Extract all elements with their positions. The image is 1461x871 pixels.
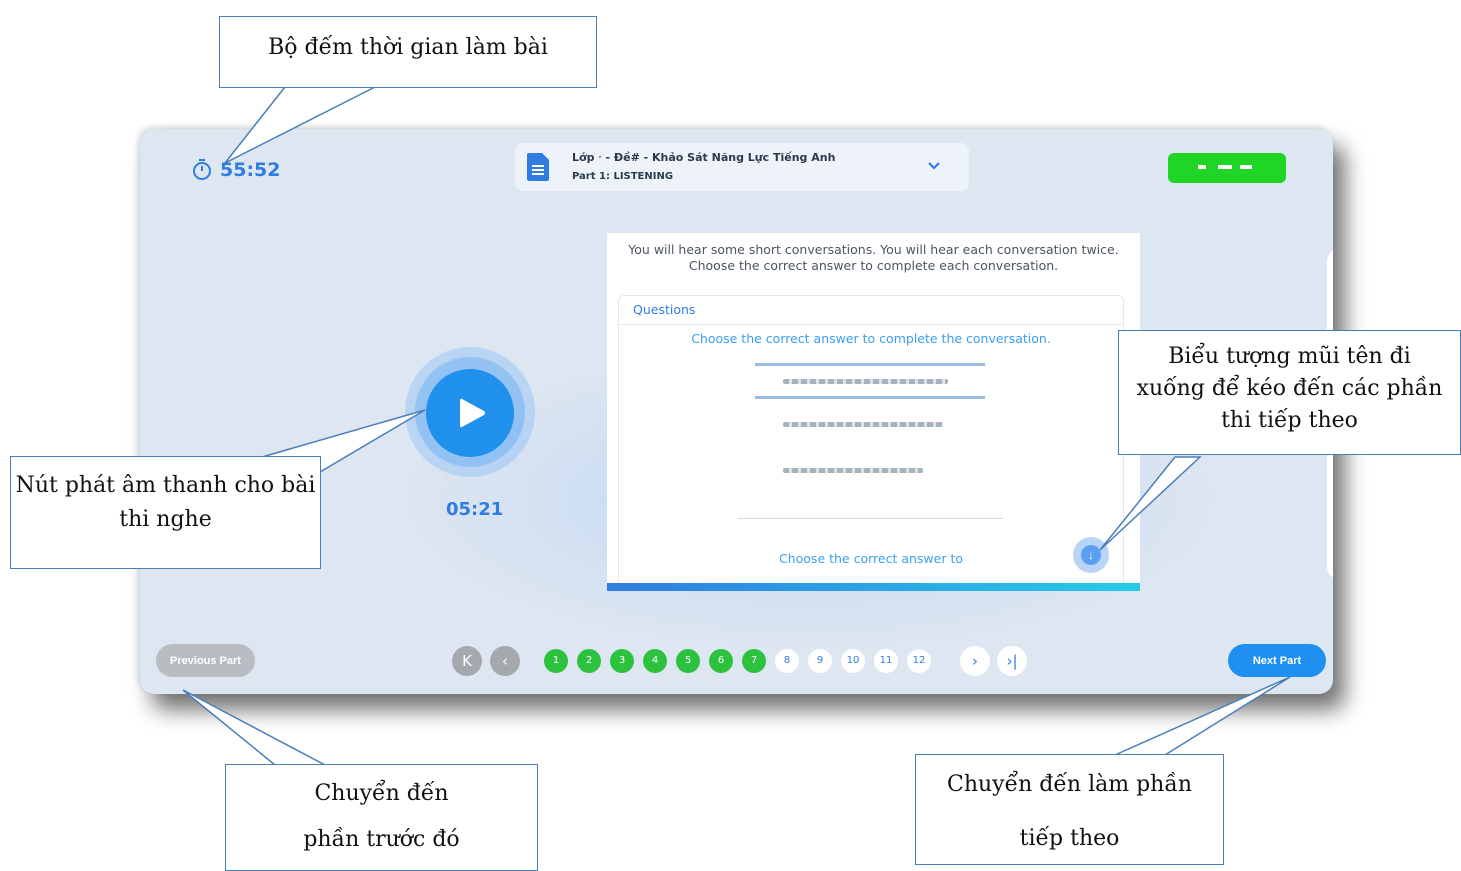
question-number[interactable]: 11 (874, 649, 898, 673)
question-divider (738, 518, 1003, 519)
last-page-button[interactable]: ›| (997, 646, 1027, 676)
panel-progress-bar (607, 583, 1140, 591)
question-number[interactable]: 5 (676, 649, 700, 673)
questions-scroll-area[interactable]: Choose the correct answer to complete th… (618, 323, 1124, 584)
instructions-text: You will hear some short conversations. … (628, 242, 1119, 273)
timer-callout: Bộ đếm thời gian làm bài (219, 16, 597, 88)
question-number[interactable]: 7 (742, 649, 766, 673)
prev-page-button[interactable]: ‹ (490, 646, 520, 676)
answer-option-c[interactable] (755, 455, 985, 485)
prev-part-callout: Chuyển đến phần trước đó (225, 764, 538, 871)
question-number[interactable]: 3 (610, 649, 634, 673)
previous-part-button[interactable]: Previous Part (156, 644, 255, 677)
part-title: Part 1: LISTENING (572, 171, 674, 182)
question-panel: You will hear some short conversations. … (607, 233, 1140, 591)
question-number[interactable]: 12 (907, 649, 931, 673)
question-2-prompt: Choose the correct answer to (778, 551, 964, 566)
play-callout: Nút phát âm thanh cho bài thi nghe (10, 456, 321, 569)
question-number[interactable]: 2 (577, 649, 601, 673)
questions-tab: Questions (618, 295, 1124, 325)
exam-title: Lớp ᐧ - Đề# - Khảo Sát Năng Lực Tiếng An… (572, 151, 836, 164)
question-number[interactable]: 10 (841, 649, 865, 673)
question-number[interactable]: 9 (808, 649, 832, 673)
play-icon (460, 398, 485, 428)
play-audio-button[interactable] (426, 369, 514, 457)
document-icon (527, 153, 549, 181)
first-page-button[interactable]: K (452, 646, 482, 676)
question-number[interactable]: 6 (709, 649, 733, 673)
scroll-callout: Biểu tượng mũi tên đi xuống để kéo đến c… (1118, 330, 1461, 455)
arrow-down-icon: ↓ (1081, 545, 1101, 565)
question-number[interactable]: 4 (643, 649, 667, 673)
answer-option-b[interactable] (755, 409, 985, 439)
user-badge (1168, 153, 1286, 183)
stopwatch-icon (193, 159, 211, 180)
question-number[interactable]: 8 (775, 649, 799, 673)
exam-title-dropdown[interactable]: Lớp ᐧ - Đề# - Khảo Sát Năng Lực Tiếng An… (515, 143, 969, 191)
next-page-button[interactable]: › (960, 646, 990, 676)
scroll-down-button[interactable]: ↓ (1073, 537, 1109, 573)
next-part-button[interactable]: Next Part (1228, 644, 1326, 677)
question-1-prompt: Choose the correct answer to complete th… (691, 331, 1051, 346)
exam-timer: 55:52 (192, 159, 280, 181)
question-number[interactable]: 1 (544, 649, 568, 673)
questions-tab-label: Questions (633, 302, 696, 317)
answer-option-a[interactable] (755, 363, 985, 399)
audio-duration: 05:21 (446, 499, 504, 520)
chevron-down-icon[interactable] (927, 159, 941, 173)
next-part-callout: Chuyển đến làm phần tiếp theo (915, 754, 1224, 865)
timer-value: 55:52 (220, 159, 281, 181)
